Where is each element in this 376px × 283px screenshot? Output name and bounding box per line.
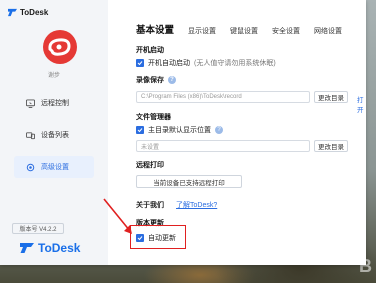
brand-text: ToDesk (38, 241, 81, 255)
avatar-image (48, 38, 71, 56)
recording-section-header: 录像保存 ? (136, 75, 176, 85)
sidebar-item-label: 远程控制 (41, 100, 69, 107)
version-badge: 版本号 V4.2.2 (12, 223, 64, 234)
remote-print-button[interactable]: 当前设备已支持远程打印 (136, 175, 242, 188)
home-dir-label: 主目录默认显示位置 (148, 127, 211, 134)
monitor-icon (26, 98, 35, 108)
checkmark-icon (137, 61, 143, 66)
tab-security-settings[interactable]: 安全设置 (272, 26, 300, 36)
remote-print-section-title: 远程打印 (136, 162, 164, 169)
auto-start-option: 开机自动启动 (无人值守请勿用系统休眠) (136, 58, 276, 68)
help-icon[interactable]: ? (168, 76, 176, 84)
sidebar-item-label: 高级设置 (41, 164, 69, 171)
sidebar: ToDesk 谢步 远程控制 设备列表 高级设置 版本号 V4.2.2 ToDe… (0, 0, 108, 265)
sidebar-item-label: 设备列表 (41, 132, 69, 139)
open-recording-dir-link[interactable]: 打开 (357, 94, 366, 114)
brand-logo: ToDesk (20, 241, 80, 255)
home-dir-field[interactable]: 未设置 (136, 140, 310, 152)
sidebar-item-device-list[interactable]: 设备列表 (14, 124, 94, 146)
sidebar-item-advanced-settings[interactable]: 高级设置 (14, 156, 94, 178)
user-name: 谢步 (47, 73, 60, 79)
recording-path-field[interactable]: C:\Program Files (x86)\ToDesk\record (136, 91, 310, 103)
home-dir-option: 主目录默认显示位置 ? (136, 125, 223, 135)
about-section-title: 关于我们 (136, 202, 164, 209)
home-dir-checkbox[interactable] (136, 126, 144, 134)
auto-start-label: 开机自动启动 (148, 60, 190, 67)
sidebar-item-remote-control[interactable]: 远程控制 (14, 92, 94, 114)
app-title: ToDesk (20, 7, 49, 17)
tab-display-settings[interactable]: 显示设置 (188, 26, 216, 36)
about-row: 关于我们 了解ToDesk? (136, 200, 217, 210)
checkmark-icon (137, 128, 143, 133)
help-icon[interactable]: ? (215, 126, 223, 134)
file-manager-section-title: 文件管理器 (136, 114, 171, 121)
gear-icon (26, 163, 35, 171)
sidebar-nav: 远程控制 设备列表 高级设置 (14, 92, 102, 188)
annotation-arrow-icon (103, 198, 132, 234)
tab-network-settings[interactable]: 网络设置 (314, 26, 342, 36)
settings-tabs: 基本设置 显示设置 键鼠设置 安全设置 网络设置 (136, 22, 342, 36)
todesk-logo-icon (8, 8, 17, 16)
todesk-window: ToDesk 谢步 远程控制 设备列表 高级设置 版本号 V4.2.2 ToDe… (0, 0, 366, 265)
recording-path-value: C:\Program Files (x86)\ToDesk\record (141, 94, 242, 100)
title-bar: ToDesk (8, 6, 48, 18)
tab-basic-settings[interactable]: 基本设置 (136, 22, 174, 36)
avatar[interactable] (43, 30, 77, 64)
auto-start-checkbox[interactable] (136, 59, 144, 67)
devices-icon (26, 131, 35, 139)
tab-keyboard-mouse-settings[interactable]: 键鼠设置 (230, 26, 258, 36)
todesk-brand-icon (20, 243, 34, 253)
auto-start-hint: (无人值守请勿用系统休眠) (194, 60, 276, 67)
recording-section-title: 录像保存 (136, 77, 164, 84)
about-todesk-link[interactable]: 了解ToDesk? (176, 200, 217, 210)
home-dir-placeholder: 未设置 (141, 144, 160, 151)
change-recording-dir-button[interactable]: 更改目录 (314, 91, 348, 103)
startup-section-title: 开机启动 (136, 47, 164, 54)
change-home-dir-button[interactable]: 更改目录 (314, 140, 348, 152)
